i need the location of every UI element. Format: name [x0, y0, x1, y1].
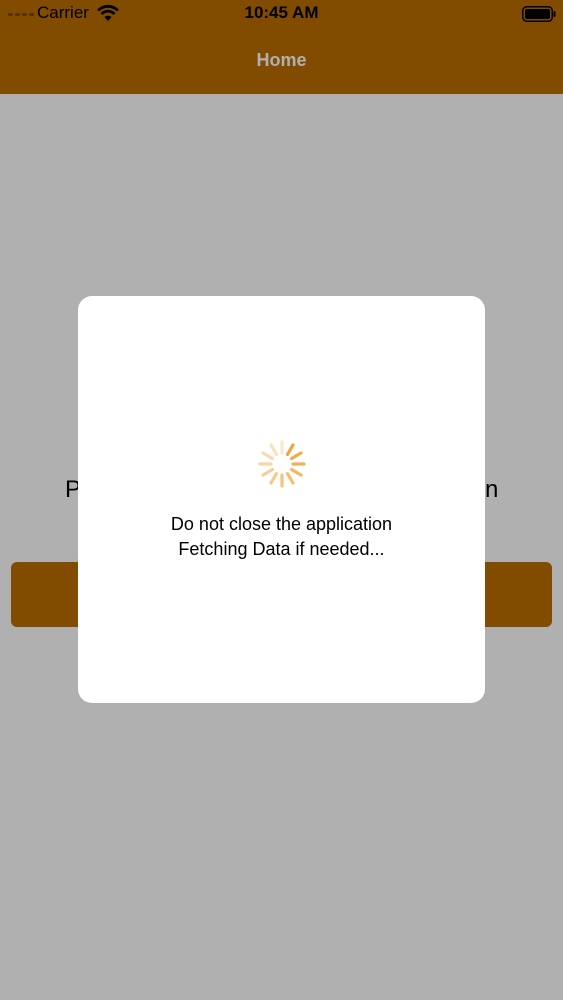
spinner-spoke — [289, 451, 303, 461]
spinner-spoke — [261, 451, 275, 461]
spinner-spoke — [285, 443, 295, 457]
loading-message-line2: Fetching Data if needed... — [178, 539, 385, 559]
spinner-spoke — [285, 471, 295, 485]
spinner-spoke — [269, 443, 279, 457]
loading-message-line1: Do not close the application — [170, 514, 393, 534]
screen: P n Carrier 10:45 AM Home Do not close t… — [0, 0, 563, 1000]
loading-dialog: Do not close the application Fetching Da… — [78, 296, 485, 703]
spinner-spoke — [289, 467, 303, 477]
spinner-spoke — [269, 471, 279, 485]
loading-message: Do not close the application Fetching Da… — [78, 512, 485, 562]
loading-spinner-icon — [258, 440, 306, 488]
spinner-spoke — [261, 467, 275, 477]
